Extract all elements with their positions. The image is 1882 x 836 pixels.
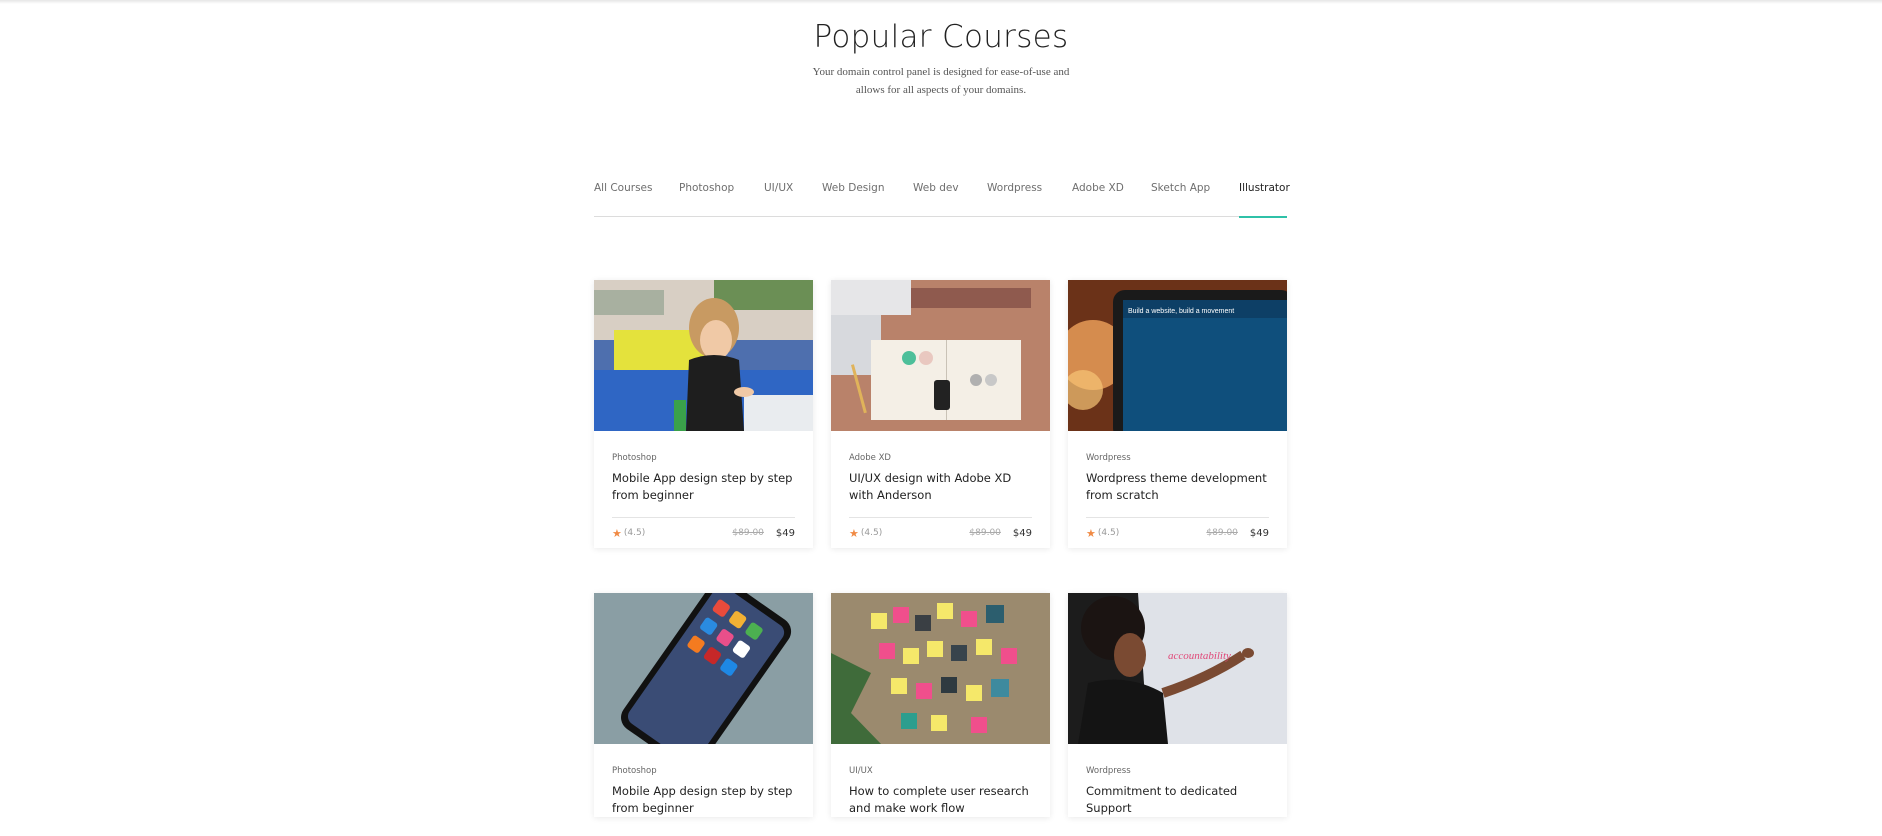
top-shadow (0, 0, 1882, 4)
course-price: $49 (775, 527, 795, 539)
course-category: Photoshop (612, 453, 657, 463)
tab-illustrator[interactable]: Illustrator (1239, 182, 1290, 218)
course-image-sticky-notes (831, 593, 1050, 744)
tab-web-design[interactable]: Web Design (822, 182, 884, 217)
section-subtitle: Your domain control panel is designed fo… (812, 66, 1070, 96)
course-meta: ★ (4.5) $89.00 $49 (612, 518, 795, 548)
course-old-price: $89.00 (1206, 528, 1238, 538)
tab-ui-ux[interactable]: UI/UX (764, 182, 793, 217)
course-price: $49 (1249, 527, 1269, 539)
course-card[interactable]: Photoshop Mobile App design step by step… (594, 280, 813, 548)
course-title[interactable]: Mobile App design step by step from begi… (612, 470, 795, 504)
star-icon: ★ (849, 526, 859, 540)
course-price: $49 (1012, 527, 1032, 539)
course-card[interactable]: Photoshop Mobile App design step by step… (594, 593, 813, 817)
course-title[interactable]: Mobile App design step by step from begi… (612, 783, 795, 817)
star-icon: ★ (1086, 526, 1096, 540)
course-title[interactable]: Commitment to dedicated Support (1086, 783, 1269, 817)
tab-wordpress[interactable]: Wordpress (987, 182, 1042, 217)
course-card[interactable]: UI/UX How to complete user research and … (831, 593, 1050, 817)
course-rating: (4.5) (623, 528, 646, 538)
course-old-price: $89.00 (732, 528, 764, 538)
course-title[interactable]: UI/UX design with Adobe XD with Anderson (849, 470, 1032, 504)
course-rating: (4.5) (860, 528, 883, 538)
course-meta: ★ (4.5) $89.00 $49 (849, 518, 1032, 548)
course-image-design-desk (831, 280, 1050, 431)
course-image-smartphone (594, 593, 813, 744)
tab-all-courses[interactable]: All Courses (594, 182, 652, 217)
course-card[interactable]: Adobe XD UI/UX design with Adobe XD with… (831, 280, 1050, 548)
course-category: UI/UX (849, 766, 873, 776)
course-title[interactable]: Wordpress theme development from scratch (1086, 470, 1269, 504)
course-image-girl-drawing (594, 280, 813, 431)
course-category: Wordpress (1086, 766, 1131, 776)
star-icon: ★ (612, 526, 622, 540)
tab-photoshop[interactable]: Photoshop (679, 182, 734, 217)
course-title[interactable]: How to complete user research and make w… (849, 783, 1032, 817)
course-card[interactable]: Build a website, build a movement Wordpr… (1068, 280, 1287, 548)
course-rating: (4.5) (1097, 528, 1120, 538)
course-card[interactable]: accountability Wordpress Commitment to d… (1068, 593, 1287, 817)
image-caption: Build a website, build a movement (1128, 308, 1234, 315)
course-image-whiteboard: accountability (1068, 593, 1287, 744)
tab-sketch-app[interactable]: Sketch App (1151, 182, 1210, 217)
tab-web-dev[interactable]: Web dev (913, 182, 959, 217)
tab-adobe-xd[interactable]: Adobe XD (1072, 182, 1124, 217)
course-category: Adobe XD (849, 453, 891, 463)
course-meta: ★ (4.5) $89.00 $49 (1086, 518, 1269, 548)
section-header: Popular Courses Your domain control pane… (0, 16, 1882, 99)
course-category: Photoshop (612, 766, 657, 776)
course-category: Wordpress (1086, 453, 1131, 463)
section-title: Popular Courses (813, 19, 1069, 55)
course-image-laptop-wordpress: Build a website, build a movement (1068, 280, 1287, 431)
image-caption: accountability (1168, 650, 1231, 662)
course-old-price: $89.00 (969, 528, 1001, 538)
category-tabs: All Courses Photoshop UI/UX Web Design W… (594, 182, 1290, 218)
